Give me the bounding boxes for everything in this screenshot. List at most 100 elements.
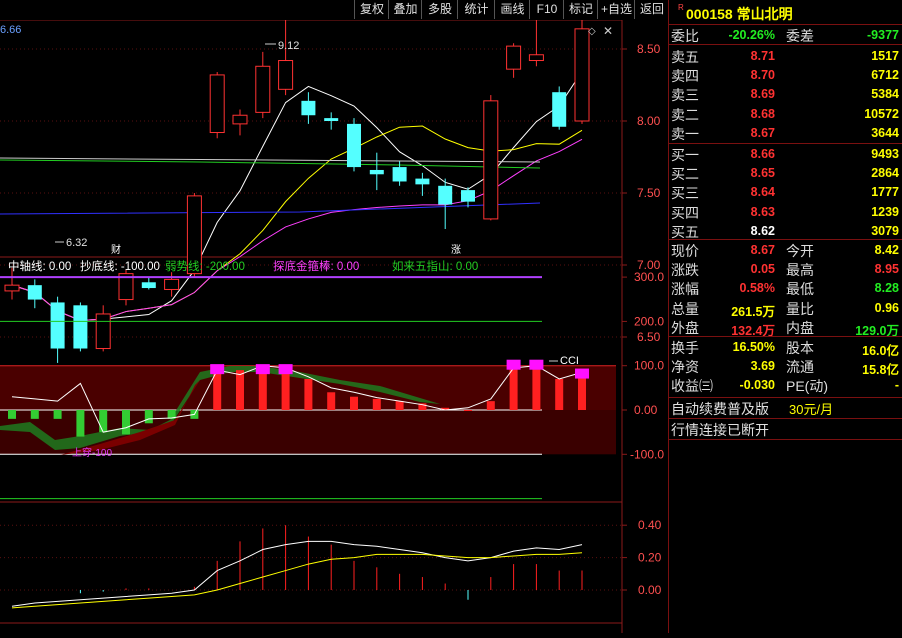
marker-zhang[interactable]: 涨 [451,244,461,256]
candle-body[interactable] [95,313,111,350]
candle-body[interactable] [574,28,590,122]
price-tick-label: 8.00 [637,114,661,128]
bid-label: 买一 [671,147,699,163]
candle-body[interactable] [4,284,20,292]
bid-price[interactable]: 8.63 [751,205,775,219]
bid-label: 买二 [671,166,699,183]
cci-bar [464,410,472,411]
bid-price[interactable]: 8.66 [751,147,775,161]
cci-bar [304,378,313,410]
toolbar-button-3[interactable]: 统计 [457,0,495,19]
ask-price[interactable]: 8.70 [751,68,775,82]
ask-volume: 1517 [871,49,899,63]
divider [669,24,902,25]
stat-label: 量比 [786,300,814,317]
ask-label: 卖二 [671,106,699,123]
cci-bar [258,370,267,410]
candle-body[interactable] [301,100,316,116]
toolbar-button-6[interactable]: 标记 [563,0,598,19]
toolbar-button-5[interactable]: F10 [529,0,564,19]
collapse-icon[interactable]: ◇ [588,26,596,37]
ask-volume: 6712 [871,68,899,83]
stat-label: 涨幅 [671,281,699,298]
stat-label: 现价 [671,243,699,259]
candle-body[interactable] [209,74,225,134]
price-tick-label: 7.50 [637,186,661,200]
bid-volume: 1239 [871,204,899,219]
divider [669,336,902,337]
candle-body[interactable] [483,100,499,220]
candle-body[interactable] [255,65,271,113]
stat-value: 261.5万 [731,304,775,319]
stat-value: 0.58% [739,281,775,296]
candle-body[interactable] [164,278,180,290]
stat2-label: PE(动) [786,378,828,395]
close-icon[interactable]: ✕ [603,24,613,38]
toolbar-button-1[interactable]: 叠加 [388,0,422,19]
cci-bar [395,401,404,410]
stat-value: 8.67 [750,243,775,257]
ask-volume: 5384 [871,87,899,102]
cci-top-marker [278,364,293,375]
cci-top-marker [575,368,589,379]
ask-price[interactable]: 8.67 [751,126,775,140]
candle-body[interactable] [278,60,294,90]
top-left-value: 6.66 [0,24,21,36]
bid-price[interactable]: 8.62 [751,224,775,238]
marker-cai[interactable]: 财 [111,243,121,256]
candle-body[interactable] [27,285,42,300]
candle-body[interactable] [50,302,65,349]
ask-label: 卖三 [671,87,699,104]
ask-label: 卖四 [671,68,699,85]
candle-body[interactable] [438,185,453,205]
connection-status: 行情连接已断开 [671,422,769,438]
divider [669,143,902,144]
cci-tick-label: -100.0 [630,447,664,461]
cci-label: CCI [560,355,579,367]
indicator-legend-1: 抄底线: -100.00 [80,259,160,273]
candle-body[interactable] [461,190,475,202]
candle-body[interactable] [73,305,88,349]
stat-label: 总量 [671,300,699,317]
stat-label: 内盘 [786,319,814,336]
toolbar-button-2[interactable]: 多股 [421,0,458,19]
promo-text[interactable]: 自动续费普及版 [671,399,769,419]
cci-bar [144,410,153,424]
toolbar-button-0[interactable]: 复权 [354,0,389,19]
promo-price[interactable]: 30元/月 [789,399,833,418]
chart-area[interactable]: 9.008.508.007.507.006.50 中轴线: 0.00抄底线: -… [0,0,668,633]
cci-bar [350,396,358,410]
toolbar-button-4[interactable]: 画线 [494,0,530,19]
toolbar-button-7[interactable]: +自选 [597,0,635,19]
candle-body[interactable] [506,45,522,70]
stock-title[interactable]: 000158 常山北明 [686,4,793,24]
stat-label: 最高 [786,262,814,279]
candle-body[interactable] [232,114,248,125]
ask-price[interactable]: 8.68 [751,107,775,121]
candle-body[interactable] [528,54,544,62]
candle-body[interactable] [347,123,361,168]
kline-chart[interactable]: 9.008.508.007.507.006.50 中轴线: 0.00抄底线: -… [0,0,668,633]
high-price-label: 9.12 [278,40,299,52]
bid-volume: 9493 [871,147,899,161]
stat2-value: 3.69 [750,359,775,374]
bid-price[interactable]: 8.65 [751,166,775,180]
bid-price[interactable]: 8.64 [751,185,775,199]
stat-label: 外盘 [671,319,699,336]
macd-dea-line [11,552,583,609]
candle-body[interactable] [552,92,567,127]
crossing-note: 上穿-100 [72,446,112,459]
stat-label: 今开 [786,243,814,259]
candle-body[interactable] [415,178,430,185]
ask-price[interactable]: 8.71 [751,49,775,63]
candle-body[interactable] [324,118,339,121]
candle-body[interactable] [392,167,407,182]
candle-body[interactable] [141,282,156,289]
cci-bar [281,370,290,410]
toolbar-button-8[interactable]: 返回 [634,0,669,19]
ask-price[interactable]: 8.69 [751,87,775,101]
candle-body[interactable] [369,169,384,175]
divider [669,439,902,440]
stat2-label: 股本 [786,340,814,356]
ask-volume: 10572 [864,106,899,121]
